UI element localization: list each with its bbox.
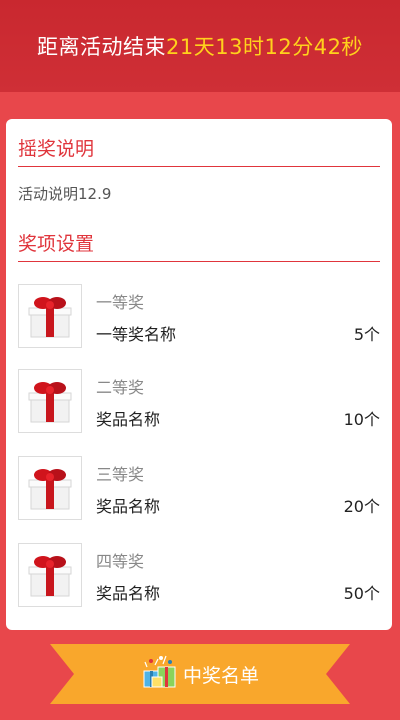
gifts-icon — [141, 653, 179, 696]
prizes-title: 奖项设置 — [18, 229, 380, 262]
rules-title: 摇奖说明 — [18, 134, 380, 167]
gift-box-icon — [18, 369, 82, 433]
countdown-time: 21天13时12分42秒 — [166, 35, 363, 59]
prize-item: 一等奖 一等奖名称 5个 — [18, 284, 380, 350]
prize-name: 一等奖名称 — [96, 325, 177, 344]
prize-name: 奖品名称 — [96, 410, 161, 429]
prize-name: 奖品名称 — [96, 497, 161, 516]
prize-count: 10个 — [343, 410, 380, 429]
prize-level: 三等奖 — [96, 465, 145, 484]
gift-box-icon — [18, 456, 82, 520]
prize-item: 三等奖 奖品名称 20个 — [18, 456, 380, 522]
winners-list-label: 中奖名单 — [182, 664, 259, 687]
countdown-banner: 距离活动结束 21天13时12分42秒 — [0, 0, 400, 92]
prize-count: 20个 — [343, 497, 380, 516]
gift-box-icon — [18, 284, 82, 348]
prize-count: 50个 — [343, 584, 380, 603]
prize-level: 二等奖 — [96, 378, 145, 397]
prize-item: 二等奖 奖品名称 10个 — [18, 369, 380, 435]
prize-level: 一等奖 — [96, 293, 145, 312]
content-card: 摇奖说明 活动说明12.9 奖项设置 一等奖 一等奖名称 5个 二等奖 奖品名称… — [6, 119, 392, 630]
gift-box-icon — [18, 543, 82, 607]
winners-list-button[interactable]: 中奖名单 — [50, 644, 350, 704]
prize-count: 5个 — [353, 325, 380, 344]
prize-item: 四等奖 奖品名称 50个 — [18, 543, 380, 609]
prize-name: 奖品名称 — [96, 584, 161, 603]
rules-description: 活动说明12.9 — [18, 185, 112, 203]
prize-level: 四等奖 — [96, 552, 145, 571]
countdown-label: 距离活动结束 — [37, 35, 167, 59]
